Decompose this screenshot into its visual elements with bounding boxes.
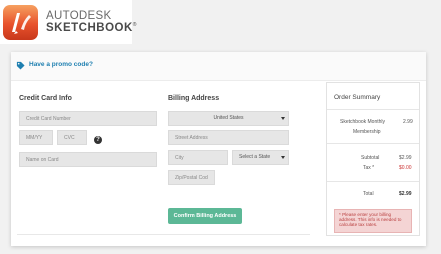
brand-name-autodesk: AUTODESK	[46, 10, 112, 22]
cvc-input[interactable]	[57, 130, 87, 145]
summary-divider	[327, 181, 419, 182]
total-value: $2.99	[399, 191, 412, 197]
name-on-card-input[interactable]	[19, 152, 157, 167]
city-input[interactable]	[168, 150, 228, 165]
chevron-down-icon	[281, 156, 285, 159]
subtotal-value: $2.99	[399, 155, 412, 161]
confirm-billing-address-button[interactable]: Confirm Billing Address	[168, 208, 242, 224]
promo-bar: Have a promo code?	[11, 52, 426, 81]
item-name-line1: Sketchbook Monthly	[340, 119, 386, 125]
tax-label: Tax *	[363, 165, 375, 171]
brand-header: AUTODESK SKETCHBOOK®	[0, 0, 136, 44]
country-select[interactable]: United States	[168, 111, 289, 126]
order-summary-panel: Order Summary Sketchbook Monthly Members…	[326, 82, 420, 236]
tax-notice: * Please enter your billing address. Thi…	[334, 209, 412, 233]
promo-code-link[interactable]: Have a promo code?	[29, 61, 93, 68]
credit-card-title: Credit Card Info	[19, 95, 72, 102]
billing-address-title: Billing Address	[168, 95, 220, 102]
country-select-value: United States	[213, 115, 244, 121]
sketchbook-logo-icon	[3, 5, 38, 40]
summary-divider	[327, 143, 419, 144]
order-summary-title: Order Summary	[334, 94, 381, 101]
zip-code-input[interactable]	[168, 170, 215, 185]
state-select[interactable]: Select a State	[232, 150, 289, 165]
subtotal-label: Subtotal	[361, 155, 380, 161]
checkout-card: Have a promo code? Credit Card Info ? Bi…	[11, 52, 426, 246]
total-label: Total	[363, 191, 374, 197]
section-divider	[17, 234, 310, 235]
street-address-input[interactable]	[168, 130, 289, 145]
brand-name-sketchbook: SKETCHBOOK®	[46, 22, 137, 34]
summary-divider	[327, 109, 419, 110]
item-name-line2: Membership	[353, 129, 381, 135]
tag-icon	[16, 61, 25, 70]
card-number-input[interactable]	[19, 111, 157, 126]
trademark-mark: ®	[132, 22, 137, 29]
state-select-value: Select a State	[239, 154, 271, 160]
tax-value: $0.00	[399, 165, 412, 171]
help-icon[interactable]: ?	[94, 136, 102, 144]
chevron-down-icon	[281, 117, 285, 120]
item-price: 2.99	[403, 119, 413, 125]
expiry-input[interactable]	[19, 130, 53, 145]
